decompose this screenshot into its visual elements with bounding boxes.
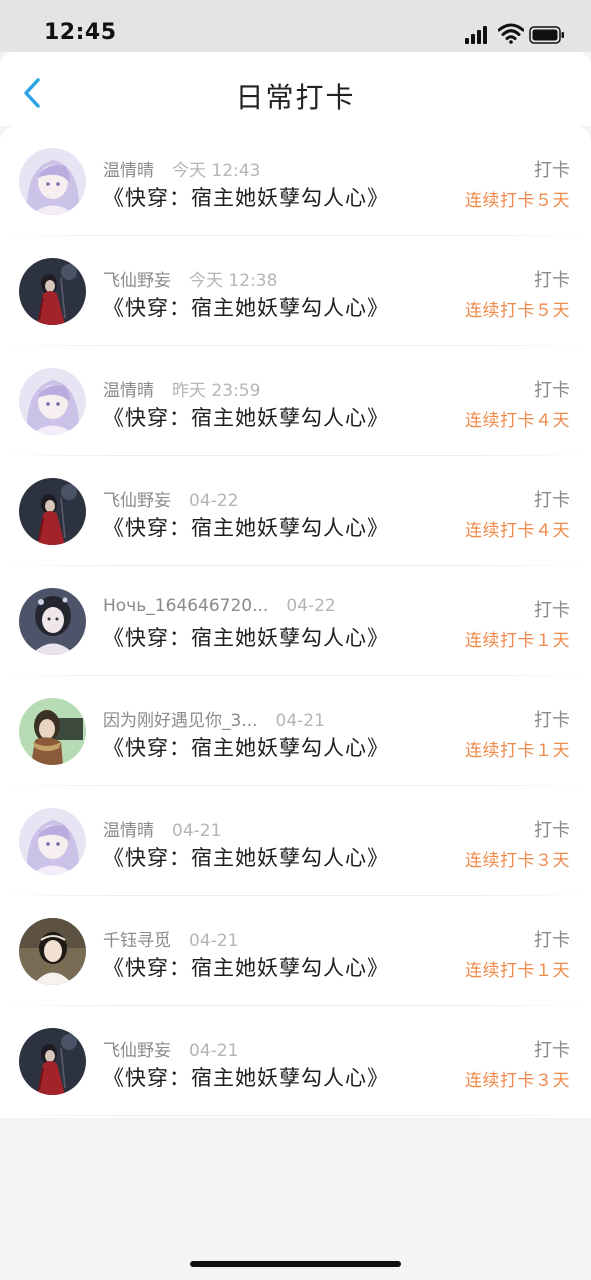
- checkin-row[interactable]: 温情晴 04-21 《快穿：宿主她妖孽勾人心》 打卡连续打卡３天: [0, 786, 591, 896]
- avatar[interactable]: [19, 588, 86, 655]
- timestamp: 今天 12:38: [189, 271, 278, 291]
- user-meta: 温情晴 昨天 23:59: [103, 376, 260, 401]
- book-title[interactable]: 《快穿：宿主她妖孽勾人心》: [103, 732, 389, 762]
- book-title[interactable]: 《快穿：宿主她妖孽勾人心》: [103, 1062, 389, 1092]
- book-title[interactable]: 《快穿：宿主她妖孽勾人心》: [103, 622, 389, 652]
- checkin-row[interactable]: 温情晴 昨天 23:59 《快穿：宿主她妖孽勾人心》 打卡连续打卡４天: [0, 346, 591, 456]
- username[interactable]: 飞仙野妄: [103, 491, 171, 511]
- checkin-list: 温情晴 今天 12:43 《快穿：宿主她妖孽勾人心》 打卡 连续打卡５天 飞仙野妄 今天 1…: [0, 126, 591, 1118]
- username[interactable]: 温情晴: [103, 821, 154, 841]
- checkin-row[interactable]: 飞仙野妄 04-22 《快穿：宿主她妖孽勾人心》 打卡连续打卡４天: [0, 456, 591, 566]
- username[interactable]: 飞仙野妄: [103, 1041, 171, 1061]
- timestamp: 04-22: [286, 596, 336, 616]
- user-meta: 因为刚好遇见你_3... 04-21: [103, 706, 325, 731]
- checkin-action: 打卡: [534, 600, 570, 621]
- status-time: 12:45: [44, 20, 117, 45]
- divider: [0, 1115, 591, 1116]
- home-indicator[interactable]: [190, 1261, 401, 1267]
- book-title[interactable]: 《快穿：宿主她妖孽勾人心》: [103, 952, 389, 982]
- streak-count: 连续打卡３天: [465, 1071, 570, 1091]
- avatar[interactable]: [19, 1028, 86, 1095]
- checkin-action: 打卡: [534, 710, 570, 731]
- signal-icon: [465, 26, 491, 44]
- username[interactable]: 因为刚好遇见你_3...: [103, 711, 258, 731]
- user-meta: 飞仙野妄 04-22: [103, 486, 238, 511]
- page-title: 日常打卡: [235, 81, 356, 114]
- avatar[interactable]: [19, 808, 86, 875]
- checkin-row[interactable]: 因为刚好遇见你_3... 04-21 《快穿：宿主她妖孽勾人心》 打卡连续打卡１天: [0, 676, 591, 786]
- streak-count: 连续打卡５天: [465, 191, 570, 211]
- avatar[interactable]: [19, 148, 86, 215]
- checkin-action: 打卡: [534, 270, 570, 291]
- checkin-row[interactable]: Ночь_164646720... 04-22 《快穿：宿主她妖孽勾人心》 打卡连续打…: [0, 566, 591, 676]
- timestamp: 04-21: [275, 711, 325, 731]
- streak-count: 连续打卡５天: [465, 301, 570, 321]
- checkin-row[interactable]: 温情晴 今天 12:43 《快穿：宿主她妖孽勾人心》 打卡连续打卡５天: [0, 126, 591, 236]
- checkin-row[interactable]: 飞仙野妄 今天 12:38 《快穿：宿主她妖孽勾人心》 打卡连续打卡５天: [0, 236, 591, 346]
- streak-count: 连续打卡１天: [465, 961, 570, 981]
- timestamp: 今天 12:43: [172, 161, 261, 181]
- user-meta: Ночь_164646720... 04-22: [103, 596, 336, 616]
- checkin-row[interactable]: 千钰寻觅 04-21 《快穿：宿主她妖孽勾人心》 打卡连续打卡１天: [0, 896, 591, 1006]
- checkin-action: 打卡: [534, 930, 570, 951]
- book-title[interactable]: 《快穿：宿主她妖孽勾人心》: [103, 402, 389, 432]
- avatar[interactable]: [19, 368, 86, 435]
- checkin-action: 打卡: [534, 160, 570, 181]
- timestamp: 04-21: [189, 931, 239, 951]
- username[interactable]: 飞仙野妄: [103, 271, 171, 291]
- checkin-action: 打卡: [534, 380, 570, 401]
- timestamp: 04-21: [189, 1041, 239, 1061]
- checkin-action: 打卡: [534, 1040, 570, 1061]
- streak-count: 连续打卡４天: [465, 521, 570, 541]
- username[interactable]: 温情晴: [103, 161, 154, 181]
- timestamp: 04-22: [189, 491, 239, 511]
- user-meta: 飞仙野妄 今天 12:38: [103, 266, 277, 291]
- username[interactable]: 温情晴: [103, 381, 154, 401]
- avatar[interactable]: [19, 698, 86, 765]
- streak-count: 连续打卡１天: [465, 741, 570, 761]
- username[interactable]: Ночь_164646720...: [103, 596, 268, 616]
- avatar[interactable]: [19, 478, 86, 545]
- wifi-icon: [498, 23, 524, 44]
- username[interactable]: 千钰寻觅: [103, 931, 171, 951]
- book-title[interactable]: 《快穿：宿主她妖孽勾人心》: [103, 842, 389, 872]
- avatar[interactable]: [19, 918, 86, 985]
- checkin-row[interactable]: 飞仙野妄 04-21 《快穿：宿主她妖孽勾人心》 打卡连续打卡３天: [0, 1006, 591, 1116]
- streak-count: 连续打卡４天: [465, 411, 570, 431]
- battery-icon: [529, 26, 564, 44]
- user-meta: 千钰寻觅 04-21: [103, 926, 238, 951]
- book-title[interactable]: 《快穿：宿主她妖孽勾人心》: [103, 292, 389, 322]
- nav-bar: 日常打卡: [0, 52, 591, 126]
- book-title[interactable]: 《快穿：宿主她妖孽勾人心》: [103, 182, 389, 212]
- user-meta: 温情晴 今天 12:43: [103, 156, 260, 181]
- timestamp: 昨天 23:59: [172, 381, 261, 401]
- streak-count: 连续打卡３天: [465, 851, 570, 871]
- avatar[interactable]: [19, 258, 86, 325]
- user-meta: 温情晴 04-21: [103, 816, 221, 841]
- checkin-action: 打卡: [534, 490, 570, 511]
- streak-count: 连续打卡１天: [465, 631, 570, 651]
- checkin-action: 打卡: [534, 820, 570, 841]
- status-bar: 12:45: [0, 0, 591, 52]
- book-title[interactable]: 《快穿：宿主她妖孽勾人心》: [103, 512, 389, 542]
- user-meta: 飞仙野妄 04-21: [103, 1036, 238, 1061]
- timestamp: 04-21: [172, 821, 222, 841]
